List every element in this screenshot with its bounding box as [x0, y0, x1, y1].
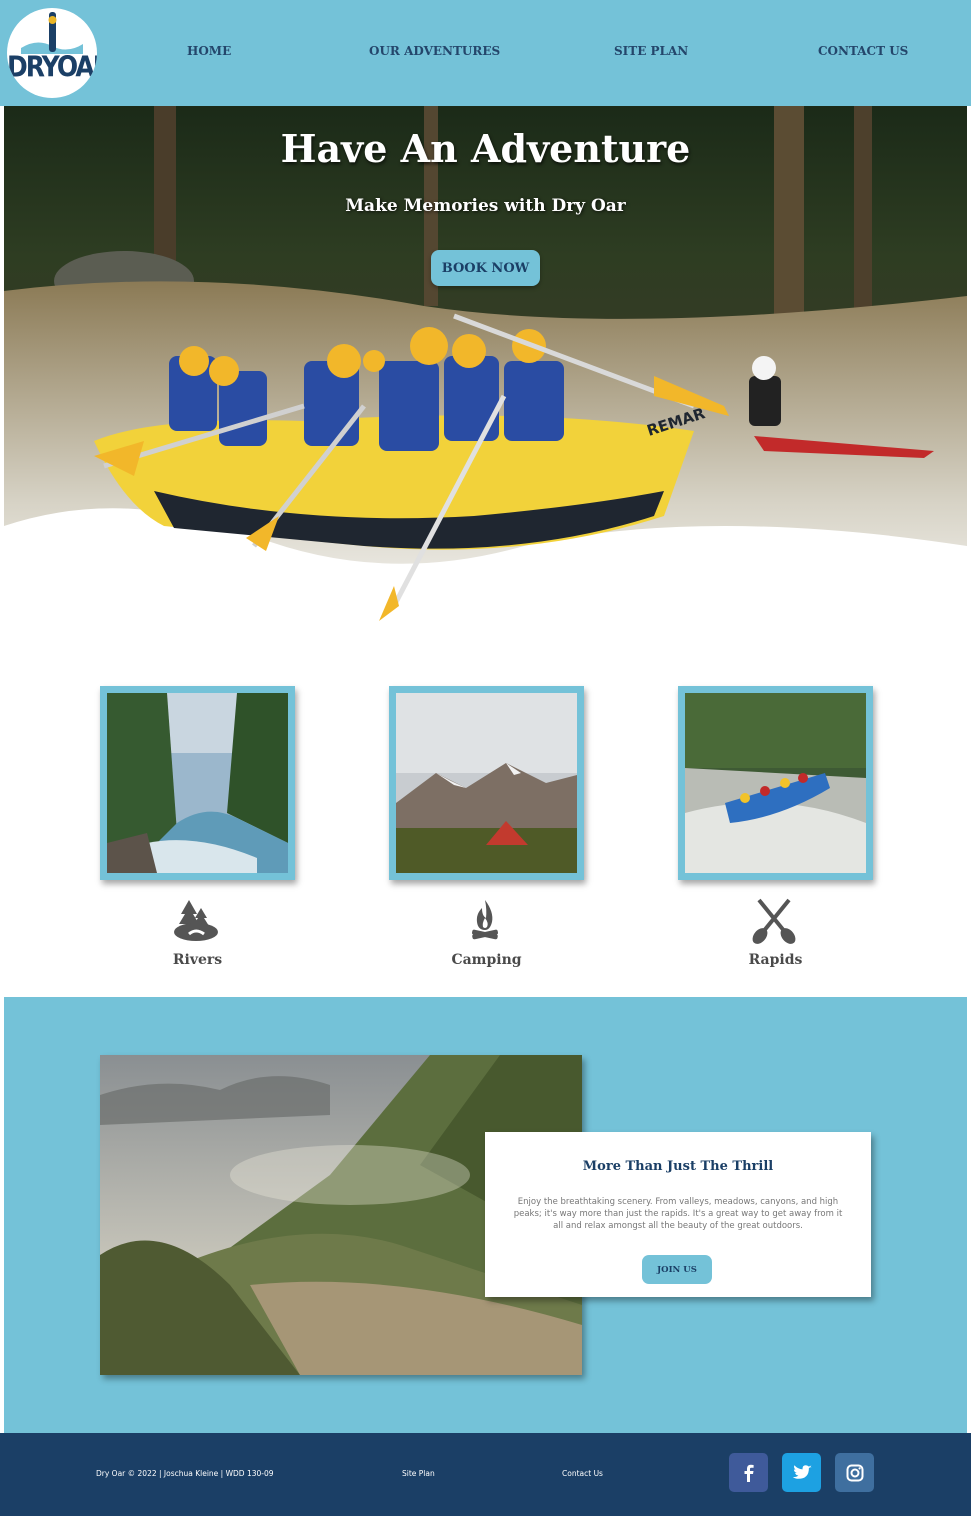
footer-contact-link[interactable]: Contact Us [562, 1469, 603, 1478]
copyright-text: Dry Oar © 2022 | Joschua Kleine | WDD 13… [96, 1469, 274, 1478]
feature-section: More Than Just The Thrill Enjoy the brea… [4, 997, 967, 1433]
book-now-button[interactable]: BOOK NOW [431, 250, 540, 286]
site-footer: Dry Oar © 2022 | Joschua Kleine | WDD 13… [0, 1433, 971, 1516]
hero-subtitle: Make Memories with Dry Oar [345, 196, 626, 216]
feature-title: More Than Just The Thrill [582, 1159, 774, 1174]
twitter-icon [792, 1464, 812, 1479]
logo-text: DRYOAR [7, 49, 97, 84]
nav-site-plan[interactable]: SITE PLAN [614, 44, 688, 58]
join-us-button[interactable]: JOIN US [642, 1255, 712, 1284]
instagram-icon [846, 1464, 863, 1481]
crossed-paddles-icon [752, 898, 796, 944]
rivers-photo [107, 693, 288, 873]
rapids-card[interactable] [678, 686, 873, 880]
hero-title: Have An Adventure [280, 126, 691, 171]
hero-rafting-image: REMAR [4, 106, 967, 651]
camping-label[interactable]: Camping [389, 952, 584, 968]
river-trees-icon [174, 900, 218, 941]
rivers-card[interactable] [100, 686, 295, 880]
campfire-icon [472, 900, 498, 940]
hero-section: REMAR Have An Adventure Make Memories wi… [4, 106, 967, 651]
nav-contact-us[interactable]: CONTACT US [818, 44, 908, 58]
nav-home[interactable]: HOME [187, 44, 231, 58]
feature-card: More Than Just The Thrill Enjoy the brea… [485, 1132, 871, 1297]
footer-site-plan-link[interactable]: Site Plan [402, 1469, 435, 1478]
site-header: DRYOAR HOME OUR ADVENTURES SITE PLAN CON… [0, 0, 971, 106]
camping-card[interactable] [389, 686, 584, 880]
feature-text: Enjoy the breathtaking scenery. From val… [513, 1197, 843, 1231]
logo[interactable]: DRYOAR [7, 8, 97, 98]
nav-our-adventures[interactable]: OUR ADVENTURES [369, 44, 500, 58]
rapids-label[interactable]: Rapids [678, 952, 873, 968]
rapids-photo [685, 693, 866, 873]
camping-photo [396, 693, 577, 873]
facebook-icon [744, 1464, 754, 1482]
facebook-button[interactable] [729, 1453, 768, 1492]
twitter-button[interactable] [782, 1453, 821, 1492]
instagram-button[interactable] [835, 1453, 874, 1492]
rivers-label[interactable]: Rivers [100, 952, 295, 968]
